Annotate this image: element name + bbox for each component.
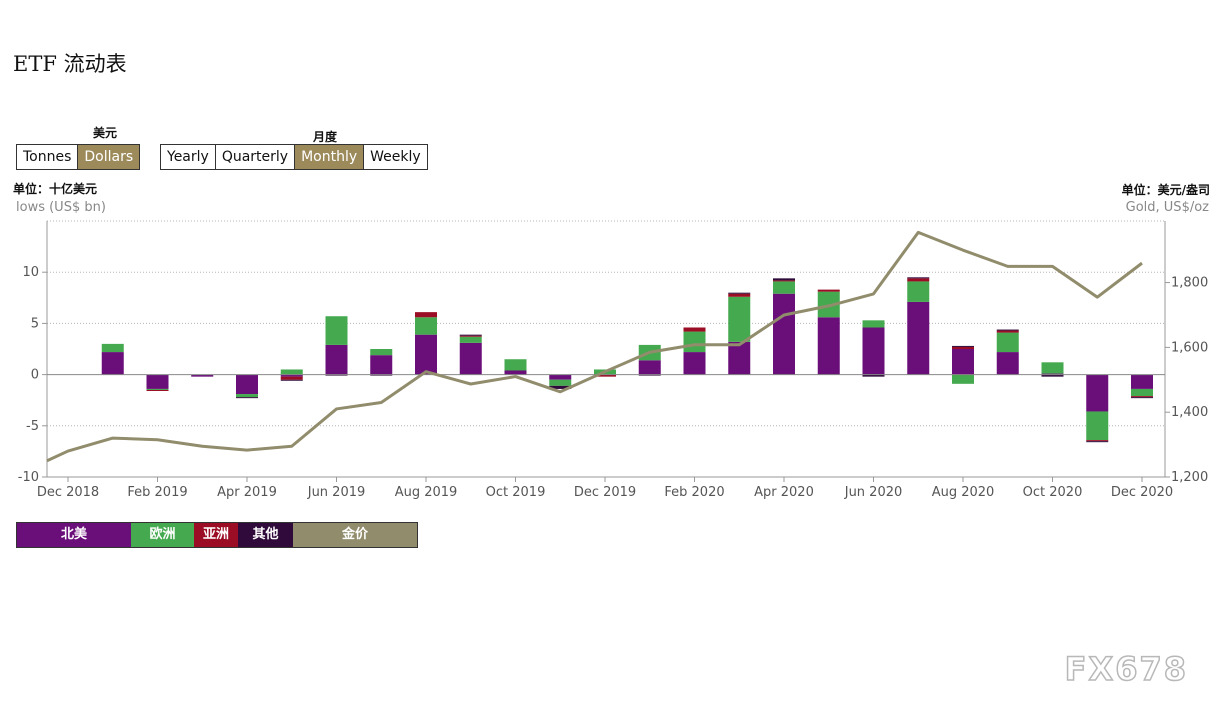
left-tick-label-2: 0	[31, 368, 39, 383]
bar-2-series-0	[146, 374, 169, 389]
bar-11-series-1	[549, 379, 572, 386]
left-tick-label-4: 10	[22, 265, 39, 280]
right-tick-label-0: 1,200	[1171, 470, 1208, 485]
bar-1-series-0	[101, 352, 124, 375]
legend-item-1[interactable]: 欧洲	[131, 523, 194, 547]
x-tick-label-7: Feb 2020	[664, 485, 724, 500]
gold-price-line	[46, 230, 1143, 463]
bar-9-series-2	[459, 335, 482, 337]
bar-16-series-0	[773, 293, 795, 375]
x-tick-label-3: Jun 2019	[307, 485, 366, 500]
bar-15-series-1	[728, 296, 751, 342]
left-tick-label-1: -5	[26, 419, 39, 434]
bar-14-series-0	[683, 352, 706, 375]
bar-19-series-0	[907, 301, 930, 375]
bar-14-series-1	[683, 331, 706, 353]
bar-17-series-2	[817, 289, 840, 292]
x-tick-label-8: Apr 2020	[754, 485, 814, 500]
bar-7-series-0	[370, 355, 393, 375]
x-tick-label-10: Aug 2020	[932, 485, 995, 500]
legend-item-0[interactable]: 北美	[17, 523, 131, 547]
bar-24-series-3	[1131, 397, 1153, 399]
bar-4-series-0	[236, 374, 258, 395]
bar-21-series-1	[996, 332, 1019, 353]
bar-9-series-1	[459, 336, 482, 343]
bar-5-series-2	[280, 376, 303, 380]
bar-20-series-3	[952, 345, 974, 347]
x-tick-label-11: Oct 2020	[1023, 485, 1083, 500]
bar-9-series-0	[459, 342, 482, 375]
bar-19-series-2	[907, 278, 930, 282]
bar-23-series-3	[1086, 441, 1109, 443]
x-tick-label-9: Jun 2020	[844, 485, 903, 500]
bar-14-series-2	[683, 327, 706, 332]
bar-7-series-1	[370, 349, 393, 356]
bar-1-series-1	[101, 343, 124, 353]
bar-11-series-0	[549, 374, 572, 380]
legend-item-2[interactable]: 亚洲	[194, 523, 238, 547]
x-tick-label-2: Apr 2019	[217, 485, 277, 500]
legend-item-4[interactable]: 金价	[293, 523, 417, 547]
bar-4-series-3	[236, 397, 258, 399]
bar-13-series-0	[638, 360, 661, 375]
bar-4-series-1	[236, 394, 258, 398]
x-tick-label-5: Oct 2019	[486, 485, 546, 500]
bar-21-series-2	[996, 330, 1019, 333]
bar-16-series-3	[773, 278, 795, 281]
bar-22-series-1	[1041, 362, 1064, 374]
etf-flow-chart: -10 -5 0 5 10 1,200 1,400 1,600 1,800 Dec 2018 Feb…	[18, 220, 1208, 500]
x-tick-label-6: Dec 2019	[574, 485, 636, 500]
bar-8-series-2	[415, 312, 437, 318]
bar-15-series-2	[728, 293, 751, 297]
left-tick-label-0: -10	[18, 470, 39, 485]
bar-20-series-2	[952, 346, 974, 349]
legend-item-3[interactable]: 其他	[238, 523, 293, 547]
bar-17-series-0	[817, 317, 840, 375]
right-tick-label-2: 1,600	[1171, 340, 1208, 355]
x-tick-label-4: Aug 2019	[395, 485, 458, 500]
bar-10-series-1	[504, 359, 527, 371]
bar-6-series-0	[325, 344, 348, 375]
bar-21-series-3	[996, 329, 1019, 331]
bar-16-series-1	[773, 281, 795, 294]
bar-24-series-1	[1131, 388, 1153, 397]
bar-6-series-1	[325, 316, 348, 345]
bar-15-series-3	[728, 292, 751, 294]
right-tick-label-3: 1,800	[1171, 276, 1208, 291]
bar-18-series-1	[862, 320, 885, 328]
bar-24-series-2	[1131, 396, 1153, 398]
chart-legend: 北美 欧洲 亚洲 其他 金价	[16, 522, 418, 548]
x-tick-label-0: Dec 2018	[37, 485, 99, 500]
x-tick-label-12: Dec 2020	[1111, 485, 1173, 500]
bar-23-series-0	[1086, 374, 1109, 412]
bar-19-series-1	[907, 281, 930, 302]
x-tick-label-1: Feb 2019	[127, 485, 187, 500]
bar-15-series-0	[728, 341, 751, 375]
bar-9-series-3	[459, 334, 482, 336]
bar-8-series-0	[415, 334, 437, 375]
bar-2-series-1	[146, 388, 169, 390]
left-tick-label-3: 5	[31, 316, 39, 331]
bar-19-series-3	[907, 277, 930, 279]
watermark: FX678	[1064, 649, 1188, 689]
bar-8-series-1	[415, 317, 437, 335]
bar-23-series-1	[1086, 411, 1109, 441]
bar-24-series-0	[1131, 374, 1153, 389]
bar-2-series-2	[146, 389, 169, 391]
right-tick-label-1: 1,400	[1171, 405, 1208, 420]
bar-16-series-2	[773, 280, 795, 282]
bar-21-series-0	[996, 352, 1019, 375]
bar-18-series-0	[862, 327, 885, 375]
bar-23-series-2	[1086, 440, 1109, 442]
bar-20-series-1	[952, 374, 974, 384]
bar-10-series-0	[504, 370, 527, 375]
bar-20-series-0	[952, 349, 974, 375]
bar-5-series-1	[280, 369, 303, 375]
bar-5-series-3	[280, 379, 303, 381]
